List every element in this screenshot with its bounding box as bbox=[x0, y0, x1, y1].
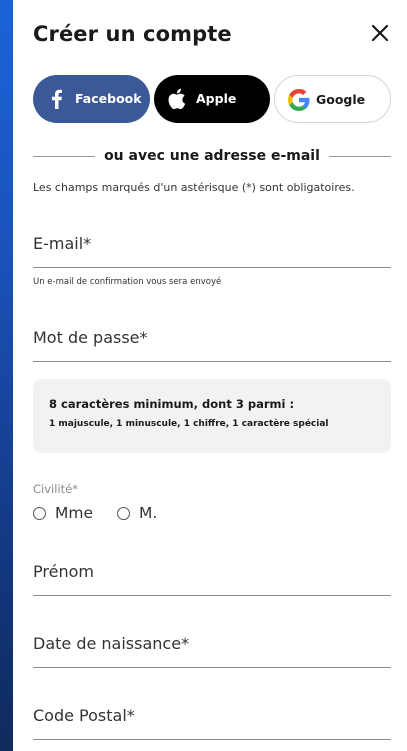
password-label: Mot de passe* bbox=[33, 328, 148, 347]
google-login-button[interactable]: Google bbox=[274, 75, 391, 123]
password-rules-title: 8 caractères minimum, dont 3 parmi : bbox=[49, 397, 295, 411]
apple-login-button[interactable]: Apple bbox=[154, 75, 270, 123]
password-field[interactable]: Mot de passe* bbox=[33, 316, 391, 362]
password-rules-box: 8 caractères minimum, dont 3 parmi : 1 m… bbox=[33, 379, 391, 453]
signup-panel: Créer un compte Facebook Apple Google ou… bbox=[13, 0, 407, 751]
first-name-field[interactable]: Prénom bbox=[33, 550, 391, 596]
side-accent-strip bbox=[0, 0, 13, 751]
google-icon bbox=[288, 89, 310, 111]
civility-label: Civilité* bbox=[33, 482, 78, 496]
first-name-label: Prénom bbox=[33, 562, 94, 581]
close-icon bbox=[371, 24, 389, 42]
facebook-label: Facebook bbox=[75, 91, 142, 106]
birth-date-field[interactable]: Date de naissance* bbox=[33, 622, 391, 668]
required-fields-note: Les champs marqués d'un astérisque (*) s… bbox=[33, 181, 355, 194]
close-button[interactable] bbox=[369, 22, 391, 44]
radio-label-m: M. bbox=[139, 504, 158, 522]
email-helper-text: Un e-mail de confirmation vous sera envo… bbox=[33, 277, 222, 287]
email-divider: ou avec une adresse e-mail bbox=[33, 146, 391, 166]
divider-line-right bbox=[329, 156, 391, 157]
postal-code-label: Code Postal* bbox=[33, 706, 135, 725]
facebook-login-button[interactable]: Facebook bbox=[33, 75, 150, 123]
civility-radio-mme[interactable]: Mme bbox=[33, 503, 103, 525]
civility-radio-m[interactable]: M. bbox=[117, 503, 167, 525]
email-field[interactable]: E-mail* bbox=[33, 222, 391, 268]
header: Créer un compte bbox=[33, 22, 391, 54]
email-label: E-mail* bbox=[33, 234, 92, 253]
radio-label-mme: Mme bbox=[55, 504, 94, 522]
password-rules-details: 1 majuscule, 1 minuscule, 1 chiffre, 1 c… bbox=[49, 419, 329, 429]
birth-date-label: Date de naissance* bbox=[33, 634, 190, 653]
postal-code-field[interactable]: Code Postal* bbox=[33, 694, 391, 740]
page-title: Créer un compte bbox=[33, 22, 232, 46]
apple-label: Apple bbox=[196, 91, 237, 106]
google-label: Google bbox=[316, 92, 366, 107]
social-login-row: Facebook Apple Google bbox=[33, 75, 391, 123]
radio-circle[interactable] bbox=[117, 507, 130, 520]
facebook-icon bbox=[52, 89, 62, 109]
radio-circle[interactable] bbox=[33, 507, 46, 520]
civility-radio-group: Mme M. bbox=[33, 503, 233, 525]
apple-icon bbox=[168, 88, 186, 110]
